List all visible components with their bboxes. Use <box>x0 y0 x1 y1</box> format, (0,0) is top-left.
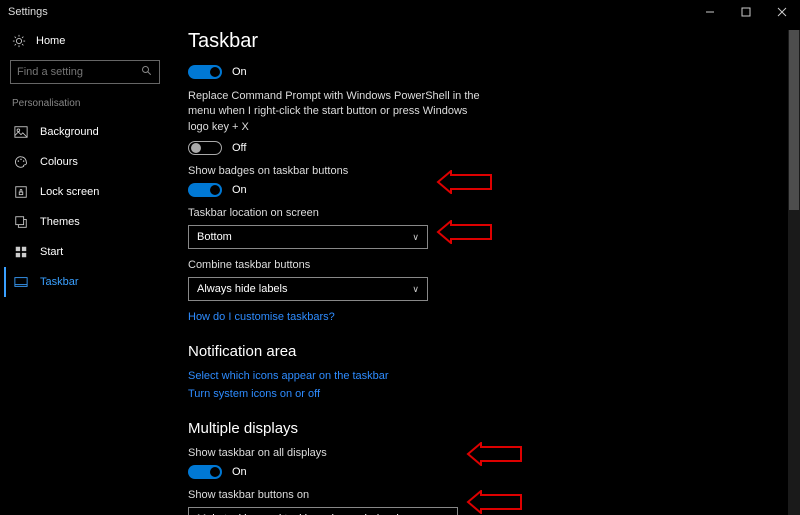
location-dropdown[interactable]: Bottom ∨ <box>188 225 428 249</box>
page-title: Taskbar <box>188 30 780 53</box>
search-input[interactable] <box>10 60 160 84</box>
window-title: Settings <box>8 6 48 18</box>
sidebar-item-colours[interactable]: Colours <box>4 147 164 177</box>
search-icon <box>141 65 153 80</box>
powershell-description: Replace Command Prompt with Windows Powe… <box>188 89 488 135</box>
window-controls <box>692 0 800 24</box>
lock-icon <box>14 185 28 199</box>
palette-icon <box>14 155 28 169</box>
show-buttons-dropdown[interactable]: Main taskbar and taskbar where window is… <box>188 507 458 515</box>
toggle-all-displays[interactable] <box>188 465 222 479</box>
sidebar: Home Personalisation Background Colours … <box>0 24 168 515</box>
combine-value: Always hide labels <box>197 283 288 295</box>
sidebar-item-label: Lock screen <box>40 186 99 198</box>
sidebar-item-taskbar[interactable]: Taskbar <box>4 267 164 297</box>
badges-label: Show badges on taskbar buttons <box>188 165 780 177</box>
titlebar: Settings <box>0 0 800 24</box>
toggle-powershell-label: Off <box>232 142 246 154</box>
chevron-down-icon: ∨ <box>412 284 419 295</box>
multiple-displays-heading: Multiple displays <box>188 420 780 437</box>
system-icons-link[interactable]: Turn system icons on or off <box>188 388 780 400</box>
section-label: Personalisation <box>4 94 164 113</box>
select-icons-link[interactable]: Select which icons appear on the taskbar <box>188 370 780 382</box>
toggle-powershell[interactable] <box>188 141 222 155</box>
gear-icon <box>12 34 26 48</box>
show-buttons-label: Show taskbar buttons on <box>188 489 780 501</box>
picture-icon <box>14 125 28 139</box>
maximize-button[interactable] <box>728 0 764 24</box>
themes-icon <box>14 215 28 229</box>
sidebar-item-label: Colours <box>40 156 78 168</box>
sidebar-item-label: Start <box>40 246 63 258</box>
sidebar-item-background[interactable]: Background <box>4 117 164 147</box>
sidebar-item-label: Background <box>40 126 99 138</box>
toggle-all-displays-label: On <box>232 466 247 478</box>
location-value: Bottom <box>197 231 232 243</box>
home-label: Home <box>36 35 65 47</box>
home-button[interactable]: Home <box>4 30 164 52</box>
combine-dropdown[interactable]: Always hide labels ∨ <box>188 277 428 301</box>
toggle-1[interactable] <box>188 65 222 79</box>
main-content: Taskbar On Replace Command Prompt with W… <box>168 24 800 515</box>
customise-link[interactable]: How do I customise taskbars? <box>188 311 780 323</box>
toggle-badges-label: On <box>232 184 247 196</box>
chevron-down-icon: ∨ <box>412 232 419 243</box>
sidebar-item-start[interactable]: Start <box>4 237 164 267</box>
sidebar-item-themes[interactable]: Themes <box>4 207 164 237</box>
start-icon <box>14 245 28 259</box>
multi-show-label: Show taskbar on all displays <box>188 447 780 459</box>
combine-label: Combine taskbar buttons <box>188 259 780 271</box>
notification-heading: Notification area <box>188 343 780 360</box>
taskbar-icon <box>14 275 28 289</box>
sidebar-item-lockscreen[interactable]: Lock screen <box>4 177 164 207</box>
close-button[interactable] <box>764 0 800 24</box>
location-label: Taskbar location on screen <box>188 207 780 219</box>
scrollbar-thumb[interactable] <box>789 30 799 210</box>
toggle-badges[interactable] <box>188 183 222 197</box>
search-field[interactable] <box>17 66 127 78</box>
toggle-1-label: On <box>232 66 247 78</box>
sidebar-item-label: Themes <box>40 216 80 228</box>
sidebar-item-label: Taskbar <box>40 276 79 288</box>
minimize-button[interactable] <box>692 0 728 24</box>
